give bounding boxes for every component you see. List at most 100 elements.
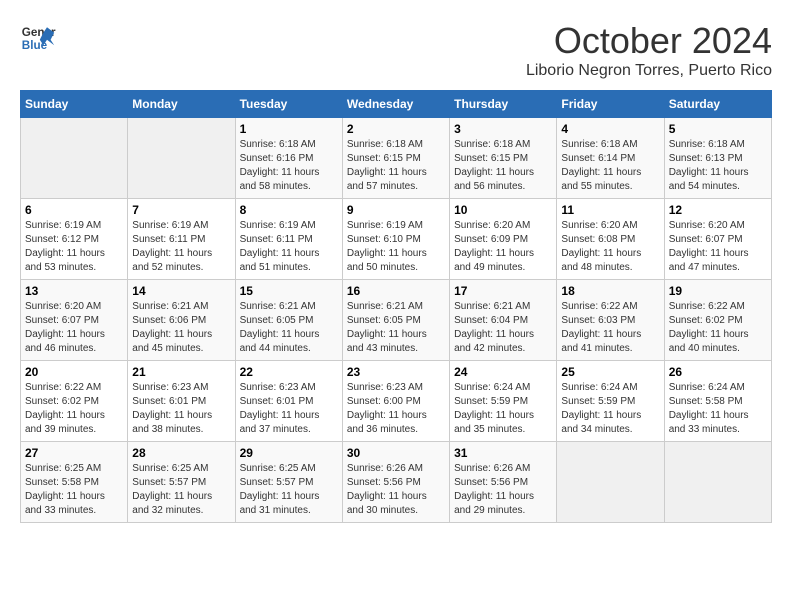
- weekday-header: Sunday: [21, 91, 128, 118]
- logo: General Blue: [20, 20, 56, 56]
- weekday-header: Thursday: [450, 91, 557, 118]
- day-number: 30: [347, 446, 445, 460]
- calendar-week-row: 20 Sunrise: 6:22 AM Sunset: 6:02 PM Dayli…: [21, 361, 772, 442]
- day-info: Sunrise: 6:21 AM Sunset: 6:06 PM Dayligh…: [132, 300, 230, 356]
- calendar-cell: 18 Sunrise: 6:22 AM Sunset: 6:03 PM Dayli…: [557, 280, 664, 361]
- calendar-cell: 6 Sunrise: 6:19 AM Sunset: 6:12 PM Daylig…: [21, 199, 128, 280]
- day-number: 6: [25, 203, 123, 217]
- day-number: 18: [561, 284, 659, 298]
- title-block: October 2024 Liborio Negron Torres, Puer…: [526, 20, 772, 80]
- weekday-header: Friday: [557, 91, 664, 118]
- day-info: Sunrise: 6:18 AM Sunset: 6:15 PM Dayligh…: [347, 138, 445, 194]
- location-subtitle: Liborio Negron Torres, Puerto Rico: [526, 62, 772, 80]
- calendar-cell: 31 Sunrise: 6:26 AM Sunset: 5:56 PM Dayli…: [450, 442, 557, 523]
- day-info: Sunrise: 6:19 AM Sunset: 6:11 PM Dayligh…: [132, 219, 230, 275]
- day-number: 7: [132, 203, 230, 217]
- day-number: 3: [454, 122, 552, 136]
- calendar-cell: [21, 118, 128, 199]
- day-number: 14: [132, 284, 230, 298]
- calendar-cell: 28 Sunrise: 6:25 AM Sunset: 5:57 PM Dayli…: [128, 442, 235, 523]
- day-info: Sunrise: 6:22 AM Sunset: 6:03 PM Dayligh…: [561, 300, 659, 356]
- calendar-cell: 9 Sunrise: 6:19 AM Sunset: 6:10 PM Daylig…: [342, 199, 449, 280]
- day-info: Sunrise: 6:25 AM Sunset: 5:58 PM Dayligh…: [25, 462, 123, 518]
- calendar-cell: 17 Sunrise: 6:21 AM Sunset: 6:04 PM Dayli…: [450, 280, 557, 361]
- day-info: Sunrise: 6:23 AM Sunset: 6:01 PM Dayligh…: [132, 381, 230, 437]
- calendar-cell: 11 Sunrise: 6:20 AM Sunset: 6:08 PM Dayli…: [557, 199, 664, 280]
- day-number: 9: [347, 203, 445, 217]
- weekday-header: Monday: [128, 91, 235, 118]
- day-info: Sunrise: 6:23 AM Sunset: 6:00 PM Dayligh…: [347, 381, 445, 437]
- day-number: 5: [669, 122, 767, 136]
- calendar-cell: 27Sunrise: 6:25 AM Sunset: 5:58 PM Dayli…: [21, 442, 128, 523]
- day-info: Sunrise: 6:20 AM Sunset: 6:08 PM Dayligh…: [561, 219, 659, 275]
- day-number: 10: [454, 203, 552, 217]
- calendar-cell: 3 Sunrise: 6:18 AM Sunset: 6:15 PM Daylig…: [450, 118, 557, 199]
- month-title: October 2024: [526, 20, 772, 62]
- day-info: Sunrise: 6:18 AM Sunset: 6:15 PM Dayligh…: [454, 138, 552, 194]
- day-info: Sunrise: 6:24 AM Sunset: 5:59 PM Dayligh…: [454, 381, 552, 437]
- weekday-header: Saturday: [664, 91, 771, 118]
- calendar-cell: 2Sunrise: 6:18 AM Sunset: 6:15 PM Daylig…: [342, 118, 449, 199]
- day-info: Sunrise: 6:25 AM Sunset: 5:57 PM Dayligh…: [132, 462, 230, 518]
- day-info: Sunrise: 6:25 AM Sunset: 5:57 PM Dayligh…: [240, 462, 338, 518]
- calendar-cell: 20 Sunrise: 6:22 AM Sunset: 6:02 PM Dayli…: [21, 361, 128, 442]
- calendar-cell: 5 Sunrise: 6:18 AM Sunset: 6:13 PM Daylig…: [664, 118, 771, 199]
- calendar-cell: 23Sunrise: 6:23 AM Sunset: 6:00 PM Dayli…: [342, 361, 449, 442]
- day-info: Sunrise: 6:19 AM Sunset: 6:11 PM Dayligh…: [240, 219, 338, 275]
- day-info: Sunrise: 6:19 AM Sunset: 6:12 PM Dayligh…: [25, 219, 123, 275]
- day-number: 11: [561, 203, 659, 217]
- calendar-week-row: 13Sunrise: 6:20 AM Sunset: 6:07 PM Dayli…: [21, 280, 772, 361]
- calendar-cell: 24 Sunrise: 6:24 AM Sunset: 5:59 PM Dayli…: [450, 361, 557, 442]
- day-info: Sunrise: 6:22 AM Sunset: 6:02 PM Dayligh…: [25, 381, 123, 437]
- calendar-cell: [557, 442, 664, 523]
- calendar-cell: 26Sunrise: 6:24 AM Sunset: 5:58 PM Dayli…: [664, 361, 771, 442]
- page-header: General Blue October 2024 Liborio Negron…: [20, 20, 772, 80]
- day-info: Sunrise: 6:21 AM Sunset: 6:05 PM Dayligh…: [240, 300, 338, 356]
- day-info: Sunrise: 6:21 AM Sunset: 6:04 PM Dayligh…: [454, 300, 552, 356]
- calendar-week-row: 6 Sunrise: 6:19 AM Sunset: 6:12 PM Daylig…: [21, 199, 772, 280]
- calendar-cell: 21 Sunrise: 6:23 AM Sunset: 6:01 PM Dayli…: [128, 361, 235, 442]
- calendar-cell: 4 Sunrise: 6:18 AM Sunset: 6:14 PM Daylig…: [557, 118, 664, 199]
- calendar-cell: 15 Sunrise: 6:21 AM Sunset: 6:05 PM Dayli…: [235, 280, 342, 361]
- calendar-cell: 10 Sunrise: 6:20 AM Sunset: 6:09 PM Dayli…: [450, 199, 557, 280]
- day-info: Sunrise: 6:22 AM Sunset: 6:02 PM Dayligh…: [669, 300, 767, 356]
- day-number: 28: [132, 446, 230, 460]
- calendar-cell: 8 Sunrise: 6:19 AM Sunset: 6:11 PM Daylig…: [235, 199, 342, 280]
- day-info: Sunrise: 6:20 AM Sunset: 6:07 PM Dayligh…: [669, 219, 767, 275]
- calendar-cell: 14 Sunrise: 6:21 AM Sunset: 6:06 PM Dayli…: [128, 280, 235, 361]
- day-number: 20: [25, 365, 123, 379]
- calendar-cell: 25Sunrise: 6:24 AM Sunset: 5:59 PM Dayli…: [557, 361, 664, 442]
- logo-icon: General Blue: [20, 20, 56, 56]
- calendar-week-row: 27Sunrise: 6:25 AM Sunset: 5:58 PM Dayli…: [21, 442, 772, 523]
- calendar-cell: 30 Sunrise: 6:26 AM Sunset: 5:56 PM Dayli…: [342, 442, 449, 523]
- day-number: 17: [454, 284, 552, 298]
- day-info: Sunrise: 6:26 AM Sunset: 5:56 PM Dayligh…: [454, 462, 552, 518]
- day-number: 24: [454, 365, 552, 379]
- day-number: 21: [132, 365, 230, 379]
- day-number: 4: [561, 122, 659, 136]
- day-number: 16: [347, 284, 445, 298]
- day-number: 8: [240, 203, 338, 217]
- day-number: 13: [25, 284, 123, 298]
- day-number: 31: [454, 446, 552, 460]
- calendar-week-row: 1Sunrise: 6:18 AM Sunset: 6:16 PM Daylig…: [21, 118, 772, 199]
- day-info: Sunrise: 6:18 AM Sunset: 6:13 PM Dayligh…: [669, 138, 767, 194]
- calendar-header-row: SundayMondayTuesdayWednesdayThursdayFrid…: [21, 91, 772, 118]
- day-number: 25: [561, 365, 659, 379]
- day-info: Sunrise: 6:26 AM Sunset: 5:56 PM Dayligh…: [347, 462, 445, 518]
- day-number: 22: [240, 365, 338, 379]
- calendar-cell: 13Sunrise: 6:20 AM Sunset: 6:07 PM Dayli…: [21, 280, 128, 361]
- day-number: 26: [669, 365, 767, 379]
- calendar-cell: 29 Sunrise: 6:25 AM Sunset: 5:57 PM Dayli…: [235, 442, 342, 523]
- calendar-cell: [664, 442, 771, 523]
- calendar-cell: 12Sunrise: 6:20 AM Sunset: 6:07 PM Dayli…: [664, 199, 771, 280]
- day-info: Sunrise: 6:20 AM Sunset: 6:09 PM Dayligh…: [454, 219, 552, 275]
- day-number: 29: [240, 446, 338, 460]
- calendar-cell: 19 Sunrise: 6:22 AM Sunset: 6:02 PM Dayli…: [664, 280, 771, 361]
- day-number: 15: [240, 284, 338, 298]
- calendar-cell: 7 Sunrise: 6:19 AM Sunset: 6:11 PM Daylig…: [128, 199, 235, 280]
- day-info: Sunrise: 6:18 AM Sunset: 6:14 PM Dayligh…: [561, 138, 659, 194]
- day-number: 19: [669, 284, 767, 298]
- day-info: Sunrise: 6:21 AM Sunset: 6:05 PM Dayligh…: [347, 300, 445, 356]
- day-info: Sunrise: 6:19 AM Sunset: 6:10 PM Dayligh…: [347, 219, 445, 275]
